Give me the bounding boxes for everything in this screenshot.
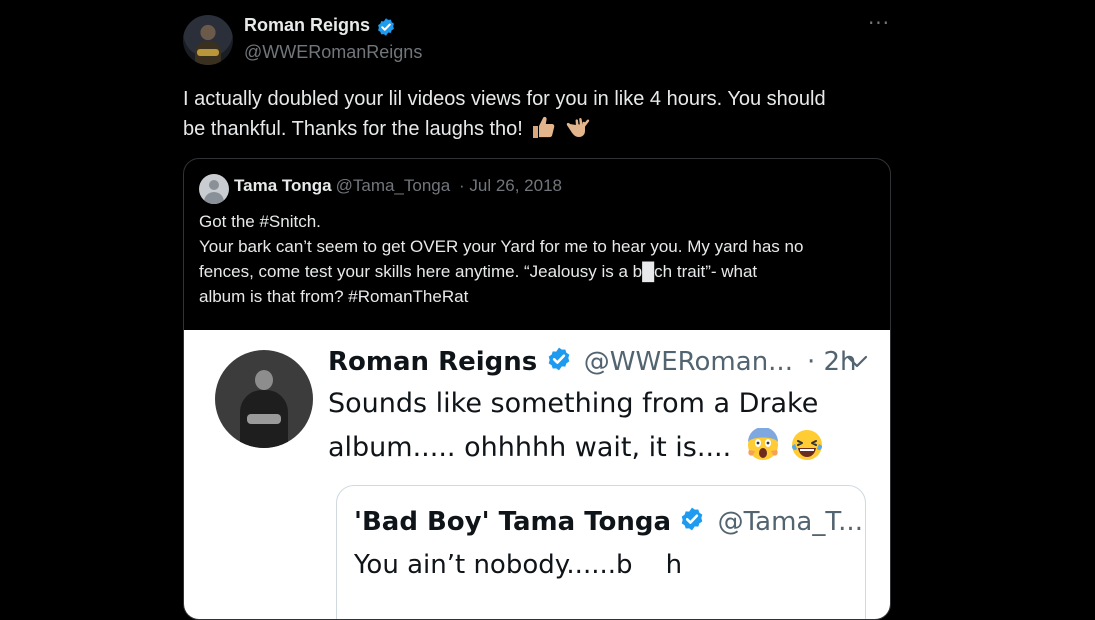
quote-author-avatar[interactable] — [199, 174, 229, 204]
verified-badge-icon — [376, 17, 396, 41]
embedded-header: Roman Reigns @WWERoman... · 2h — [328, 346, 857, 379]
chevron-down-icon — [846, 354, 868, 368]
verified-badge-icon — [546, 346, 572, 379]
tweet-text-line-content: be thankful. Thanks for the laughs tho! — [183, 118, 523, 140]
quote-date[interactable]: Jul 26, 2018 — [469, 176, 562, 195]
embedded-author-handle: @WWERoman... — [583, 347, 793, 377]
embedded-author-name: Roman Reigns — [328, 347, 538, 377]
nested-author-name: 'Bad Boy' Tama Tonga — [354, 507, 672, 537]
tweet-text-line: I actually doubled your lil videos views… — [183, 88, 826, 110]
nested-quote-card: 'Bad Boy' Tama Tonga @Tama_T... You ain’… — [336, 485, 866, 619]
nested-header: 'Bad Boy' Tama Tonga @Tama_T... — [354, 506, 863, 539]
thumbs-up-emoji-icon — [530, 114, 556, 149]
quote-text-line: album is that from? #RomanTheRat — [199, 287, 469, 306]
embedded-text-line-content: album..... ohhhhh wait, it is.... — [328, 432, 732, 463]
quote-text-line: Got the #Snitch. — [199, 212, 321, 231]
embedded-text-line: Sounds like something from a Drake — [328, 388, 819, 419]
quote-author-name[interactable]: Tama Tonga — [234, 176, 332, 195]
more-options-icon[interactable]: ··· — [866, 13, 892, 36]
author-avatar[interactable] — [183, 15, 233, 65]
laughing-tears-emoji-icon — [790, 428, 824, 476]
nested-text: You ain’t nobody......b h — [354, 550, 683, 580]
screaming-face-emoji-icon — [746, 427, 780, 476]
embedded-author-avatar — [215, 350, 313, 448]
call-me-hand-emoji-icon — [564, 114, 590, 149]
author-name[interactable]: Roman Reigns — [244, 15, 370, 36]
quote-text: Got the #Snitch. Your bark can’t seem to… — [199, 209, 879, 309]
author-handle[interactable]: @WWERomanReigns — [244, 42, 422, 63]
embedded-screenshot-image[interactable]: Roman Reigns @WWERoman... · 2h Sounds lik… — [184, 330, 890, 619]
quote-text-line: fences, come test your skills here anyti… — [199, 262, 758, 281]
tweet-text: I actually doubled your lil videos views… — [183, 85, 903, 149]
embedded-text: Sounds like something from a Drake album… — [328, 382, 888, 476]
verified-badge-icon — [679, 506, 705, 539]
tweet-text-line: be thankful. Thanks for the laughs tho! — [183, 114, 903, 149]
quote-text-line: Your bark can’t seem to get OVER your Ya… — [199, 237, 804, 256]
quote-author-handle[interactable]: @Tama_Tonga — [336, 176, 451, 195]
quote-header: Tama Tonga @Tama_Tonga · Jul 26, 2018 — [234, 176, 562, 196]
quoted-tweet-card[interactable]: Tama Tonga @Tama_Tonga · Jul 26, 2018 Got… — [183, 158, 891, 620]
embedded-text-line: album..... ohhhhh wait, it is.... — [328, 426, 888, 476]
quote-separator: · — [458, 176, 465, 195]
nested-author-handle: @Tama_T... — [717, 507, 863, 537]
